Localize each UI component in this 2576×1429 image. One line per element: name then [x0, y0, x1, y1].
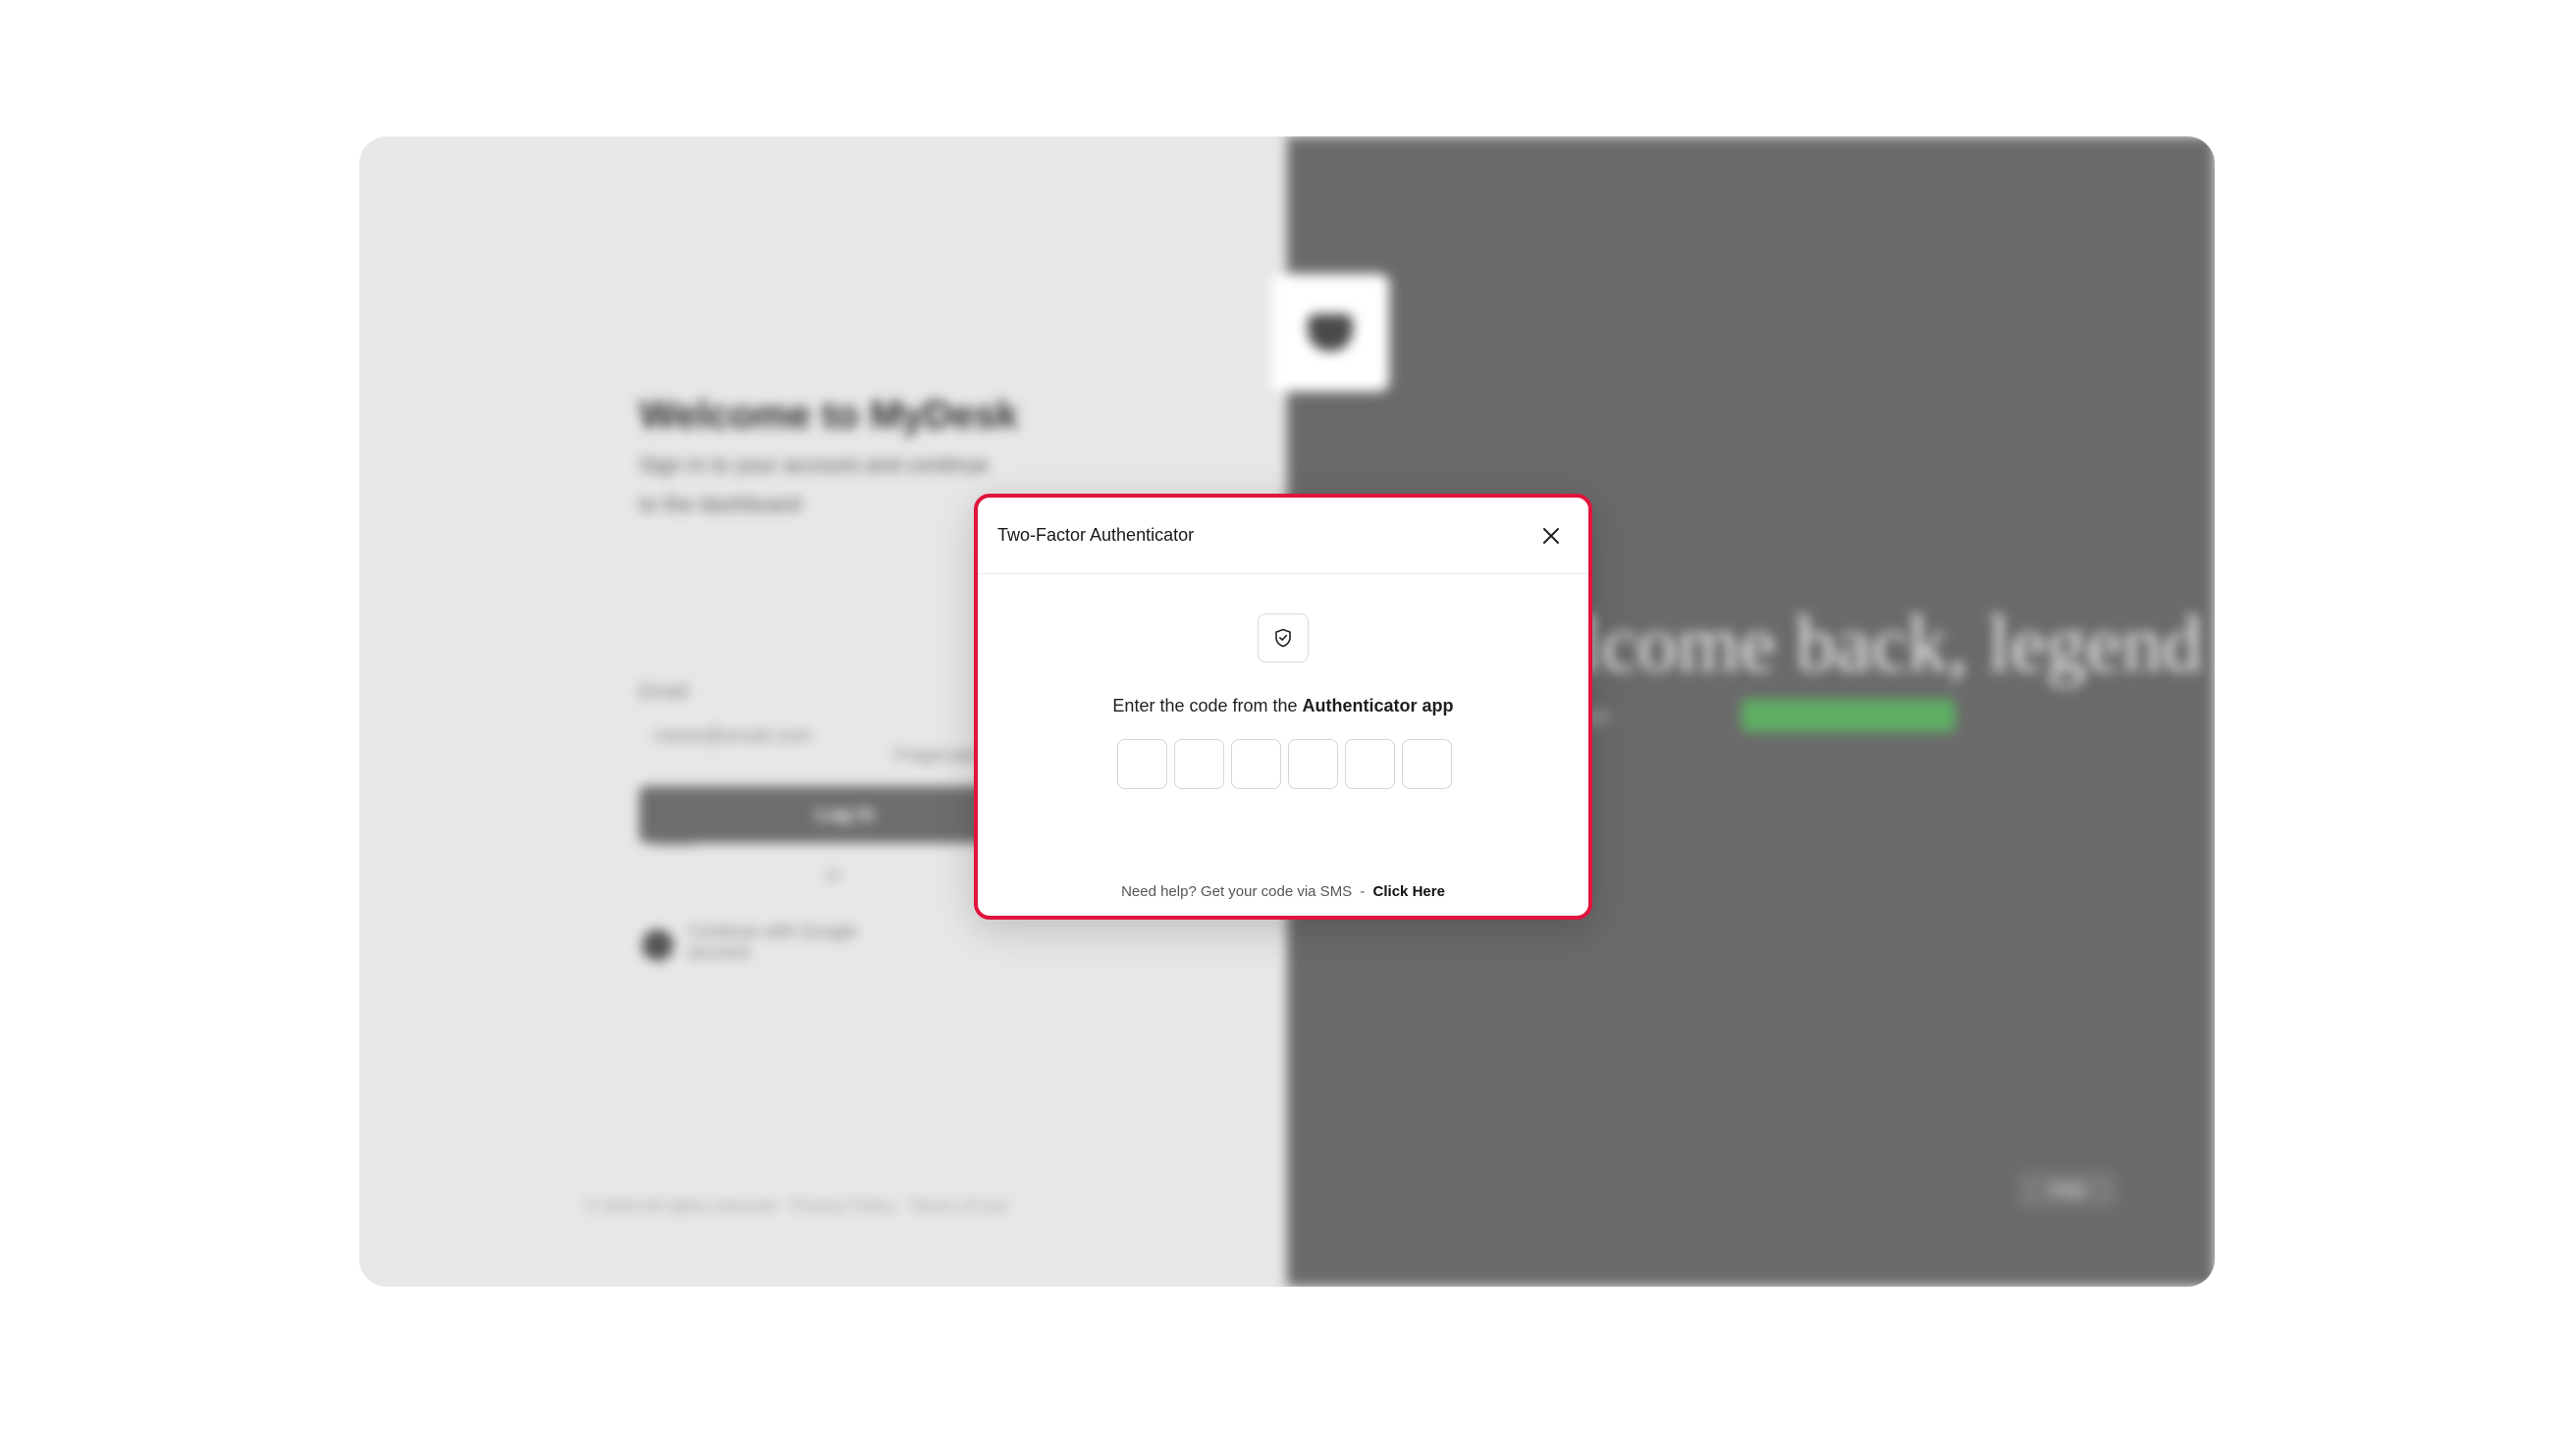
instruction-prefix: Enter the code from the [1112, 696, 1298, 715]
code-digit-4[interactable] [1288, 739, 1338, 789]
help-text: Need help? Get your code via SMS [1121, 883, 1353, 900]
blurred-email-label: Email [639, 681, 689, 703]
instruction-text: Enter the code from the Authenticator ap… [978, 696, 1588, 716]
help-line: Need help? Get your code via SMS - Click… [978, 883, 1588, 900]
blurred-corner-button: Help [2018, 1172, 2117, 1207]
code-digit-3[interactable] [1231, 739, 1281, 789]
code-digit-1[interactable] [1117, 739, 1167, 789]
blurred-google-icon [642, 929, 673, 961]
help-separator: - [1360, 883, 1366, 900]
modal-header: Two-Factor Authenticator [978, 498, 1588, 574]
blurred-welcome-subtext: Sign in to your account and continue to … [639, 452, 989, 516]
blurred-brand-logo [1271, 274, 1389, 392]
close-button[interactable] [1531, 516, 1571, 556]
shield-icon-badge [1258, 613, 1309, 662]
blurred-email-value: name@email.com [654, 725, 813, 747]
code-digit-5[interactable] [1345, 739, 1395, 789]
blurred-hero-highlight [1742, 699, 1956, 732]
blurred-welcome-heading: Welcome to MyDesk [639, 394, 1019, 437]
code-digit-6[interactable] [1402, 739, 1452, 789]
blurred-google-text: Continue with Google account [688, 922, 858, 962]
code-digit-2[interactable] [1174, 739, 1224, 789]
blurred-footer: © 2024 All rights reserved · Privacy Pol… [585, 1196, 1008, 1215]
blurred-or-divider: or [826, 865, 842, 884]
modal-body: Enter the code from the Authenticator ap… [978, 574, 1588, 920]
code-input-group [1117, 739, 1452, 789]
close-icon [1543, 527, 1559, 544]
two-factor-modal: Two-Factor Authenticator Enter the code … [974, 494, 1592, 920]
screen: Welcome to MyDesk Sign in to your accoun… [0, 0, 2576, 1429]
instruction-app-name: Authenticator app [1302, 696, 1454, 715]
modal-title: Two-Factor Authenticator [997, 525, 1195, 545]
sms-click-here-link[interactable]: Click Here [1373, 883, 1445, 900]
shield-check-icon [1275, 628, 1291, 648]
